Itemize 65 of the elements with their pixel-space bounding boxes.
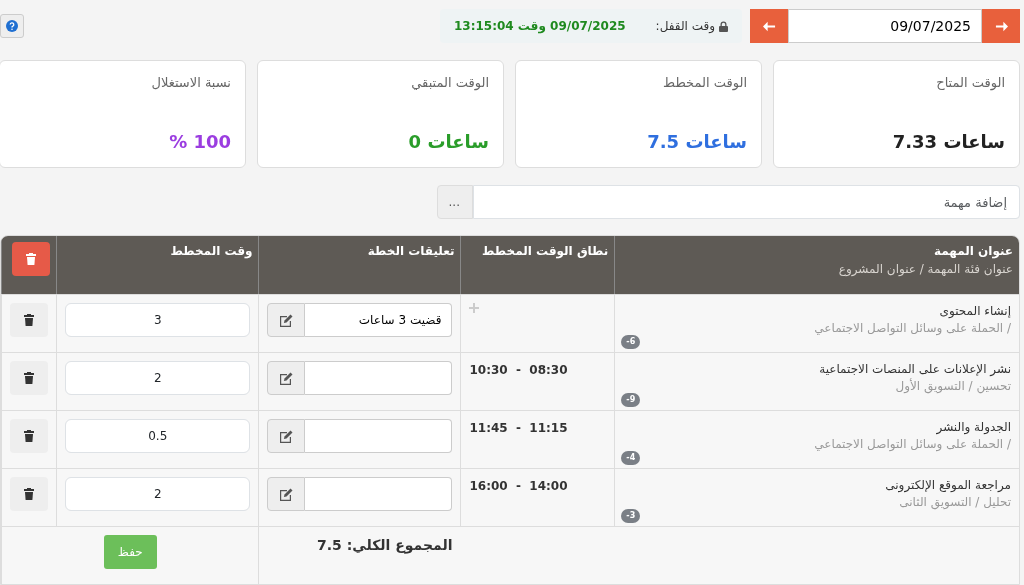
task-title: الجدولة والنشر	[935, 419, 1011, 436]
time-range: 10:30 - 08:30	[469, 362, 569, 379]
planned-time-field[interactable]: 2	[65, 361, 251, 395]
stat-value: 0 ساعات	[407, 130, 489, 154]
delete-button[interactable]	[10, 477, 49, 511]
more-button[interactable]: ...	[437, 185, 473, 219]
comment-field[interactable]: قضيت 3 ساعات	[305, 303, 453, 337]
delete-button[interactable]	[10, 419, 49, 453]
edit-icon	[279, 371, 294, 385]
delete-button[interactable]	[10, 361, 49, 395]
stat-value: 7.33 ساعات	[891, 130, 1005, 154]
delete-all-button[interactable]	[12, 242, 51, 276]
task-subtitle: / الحملة على وسائل التواصل الاجتماعي	[813, 435, 1011, 453]
delete-button[interactable]	[10, 303, 49, 337]
add-task-field[interactable]: إضافة مهمة	[473, 185, 1020, 219]
task-badge: -9	[621, 393, 641, 407]
trash-icon	[24, 314, 35, 326]
task-badge: -4	[621, 451, 641, 465]
column-header: وقت المخطط	[169, 243, 253, 260]
stat-value: % 100	[168, 130, 231, 154]
column-header: عنوان المهمة	[932, 243, 1013, 260]
edit-icon	[279, 429, 294, 443]
task-badge: -3	[621, 509, 641, 523]
total-text: المجموع الكلي: 7.5	[315, 536, 453, 556]
stat-label: الوقت المتبقي	[410, 74, 489, 93]
time-range: 16:00 - 14:00	[469, 478, 569, 495]
trash-icon	[26, 253, 37, 265]
arrow-left-icon	[762, 19, 776, 33]
column-header: تعليقات الخطة	[366, 243, 455, 260]
column-header: نطاق الوقت المخطط	[480, 243, 609, 260]
edit-icon	[279, 313, 294, 327]
comment-field[interactable]	[305, 477, 453, 511]
edit-button[interactable]	[267, 303, 306, 337]
trash-icon	[24, 488, 35, 500]
help-icon	[6, 20, 18, 32]
edit-button[interactable]	[267, 361, 306, 395]
trash-icon	[24, 372, 35, 384]
planned-time-field[interactable]: 2	[65, 477, 251, 511]
trash-icon	[24, 430, 35, 442]
time-range: 11:45 - 11:15	[469, 420, 569, 437]
date-field[interactable]: 09/07/2025	[788, 9, 982, 43]
arrow-right-icon	[994, 19, 1008, 33]
task-badge: -6	[621, 335, 641, 349]
task-title: مراجعة الموقع الإلكترونى	[884, 477, 1011, 494]
lock-icon	[719, 20, 728, 32]
task-subtitle: تحسين / التسويق الأول	[894, 377, 1011, 395]
task-subtitle: / الحملة على وسائل التواصل الاجتماعي	[813, 319, 1011, 337]
column-subheader: عنوان فئة المهمة / عنوان المشروع	[837, 261, 1013, 278]
edit-button[interactable]	[267, 477, 306, 511]
planned-time-field[interactable]: 3	[65, 303, 251, 337]
help-button[interactable]	[0, 14, 24, 38]
comment-field[interactable]	[305, 419, 453, 453]
edit-button[interactable]	[267, 419, 306, 453]
comment-field[interactable]	[305, 361, 453, 395]
stat-label: الوقت المتاح	[935, 74, 1005, 93]
stat-label: الوقت المخطط	[662, 74, 747, 93]
planned-time-field[interactable]: 0.5	[65, 419, 251, 453]
edit-icon	[279, 487, 294, 501]
lock-time-value: 09/07/2025 وقت 13:15:04	[453, 18, 626, 35]
task-title: نشر الإعلانات على المنصات الاجتماعية	[818, 361, 1011, 378]
stat-value: 7.5 ساعات	[646, 130, 747, 154]
lock-time-label: وقت القفل:	[655, 18, 715, 35]
stat-label: نسبة الاستغلال	[150, 74, 231, 92]
task-subtitle: تحليل / التسويق الثانى	[898, 493, 1011, 511]
task-title: إنشاء المحتوى	[938, 303, 1011, 320]
